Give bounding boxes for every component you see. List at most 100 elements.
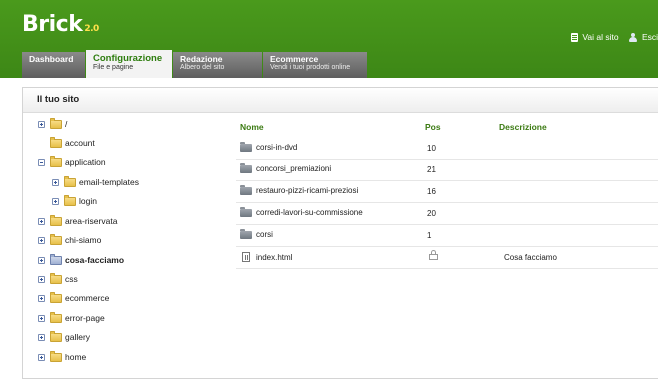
- expand-icon[interactable]: [38, 294, 45, 302]
- tree-item-css[interactable]: css: [38, 272, 78, 286]
- tree-item-account[interactable]: account: [50, 136, 95, 150]
- logout-label: Esci: [641, 32, 658, 42]
- row-pos: 1: [427, 231, 432, 240]
- expand-icon[interactable]: [38, 275, 45, 283]
- tree-item-cosa-facciamo[interactable]: cosa-facciamo: [38, 253, 124, 267]
- tab-title: Dashboard: [29, 54, 74, 64]
- page-folder-icon: [50, 253, 62, 265]
- tree-item-label: email-templates: [79, 177, 139, 187]
- expand-icon[interactable]: [38, 353, 45, 361]
- collapse-icon[interactable]: [38, 158, 45, 166]
- folder-icon: [50, 136, 62, 148]
- table-row[interactable]: concorsi_premiazioni 21: [236, 159, 658, 181]
- tree-item-chi-siamo[interactable]: chi-siamo: [38, 233, 101, 247]
- tree-item-error-page[interactable]: error-page: [38, 311, 105, 325]
- tab-title: Ecommerce: [270, 54, 319, 64]
- tree-item-area-riservata[interactable]: area-riservata: [38, 214, 117, 228]
- tab-subtitle: File e pagine: [93, 63, 134, 71]
- logo-version: 2.0: [84, 24, 99, 34]
- folder-icon: [50, 311, 62, 323]
- content-panel-header: [233, 88, 658, 113]
- table-row[interactable]: restauro-pizzi-ricami-preziosi 16: [236, 181, 658, 203]
- tab-dashboard[interactable]: Dashboard: [22, 52, 85, 78]
- folder-icon: [50, 214, 62, 226]
- logout-link[interactable]: Esci: [629, 32, 658, 42]
- column-header-pos[interactable]: Pos: [425, 122, 441, 132]
- brick-logo[interactable]: Brick 2.0: [22, 12, 99, 37]
- row-name[interactable]: restauro-pizzi-ricami-preziosi: [240, 184, 358, 195]
- table-row[interactable]: index.html Cosa facciamo: [236, 247, 658, 269]
- tree-item-application[interactable]: application: [38, 155, 106, 169]
- row-name[interactable]: corredi-lavori-su-commissione: [240, 206, 363, 217]
- expand-icon[interactable]: [38, 217, 45, 225]
- tree-item-label: chi-siamo: [65, 235, 102, 245]
- tree-item-label: account: [65, 138, 95, 148]
- folder-icon: [50, 233, 62, 245]
- tree-item-login[interactable]: login: [52, 194, 97, 208]
- tree-item-label: login: [79, 196, 97, 206]
- row-name[interactable]: index.html: [240, 252, 292, 262]
- tab-ecommerce[interactable]: Ecommerce Vendi i tuoi prodotti online: [263, 52, 367, 78]
- view-site-link[interactable]: Vai al sito: [571, 32, 619, 42]
- tree-item-label: cosa-facciamo: [65, 255, 125, 265]
- expand-icon[interactable]: [38, 120, 45, 128]
- logo-text: Brick: [22, 12, 83, 37]
- folder-icon: [240, 162, 252, 173]
- top-links: Vai al sito Esci: [563, 32, 658, 44]
- row-name[interactable]: corsi: [240, 228, 273, 239]
- expand-icon[interactable]: [38, 314, 45, 322]
- user-icon: [629, 32, 638, 42]
- folder-icon: [240, 141, 252, 152]
- table-row[interactable]: corsi-in-dvd 10: [236, 138, 658, 160]
- folder-icon: [240, 184, 252, 195]
- view-site-label: Vai al sito: [582, 32, 619, 42]
- row-name-text: index.html: [256, 252, 293, 262]
- column-header-name[interactable]: Nome: [240, 122, 264, 132]
- tree-item-ecommerce[interactable]: ecommerce: [38, 291, 109, 305]
- column-header-description[interactable]: Descrizione: [499, 122, 547, 132]
- tree-item-label: gallery: [65, 332, 91, 342]
- lock-icon: [429, 250, 438, 260]
- table-row[interactable]: corredi-lavori-su-commissione 20: [236, 203, 658, 225]
- tab-configurazione[interactable]: Configurazione File e pagine: [86, 50, 172, 78]
- tab-title: Configurazione: [93, 53, 163, 64]
- row-pos: 21: [427, 165, 436, 174]
- table-row[interactable]: corsi 1: [236, 225, 658, 247]
- folder-icon: [50, 117, 62, 129]
- row-pos: 16: [427, 187, 436, 196]
- row-name-text: corsi: [256, 230, 273, 239]
- folder-icon: [240, 206, 252, 217]
- tree-item-home[interactable]: home: [38, 350, 86, 364]
- tree-item-label: application: [65, 157, 106, 167]
- tree-item-label: home: [65, 352, 87, 362]
- row-name-text: corsi-in-dvd: [256, 143, 298, 152]
- tree-item-email-templates[interactable]: email-templates: [52, 175, 139, 189]
- row-description: Cosa facciamo: [504, 253, 557, 262]
- tree-item-root[interactable]: /: [38, 117, 67, 131]
- expand-icon[interactable]: [52, 178, 59, 186]
- tree-item-label: /: [65, 119, 68, 129]
- main-tabs: Dashboard Configurazione File e pagine R…: [22, 50, 368, 78]
- row-pos: 20: [427, 209, 436, 218]
- tab-redazione[interactable]: Redazione Albero del sito: [173, 52, 262, 78]
- tree-item-label: area-riservata: [65, 216, 118, 226]
- folder-icon: [50, 350, 62, 362]
- tree-item-label: css: [65, 274, 78, 284]
- folder-icon: [50, 291, 62, 303]
- tree-item-gallery[interactable]: gallery: [38, 330, 90, 344]
- expand-icon[interactable]: [38, 236, 45, 244]
- row-pos: 10: [427, 144, 436, 153]
- tab-subtitle: Vendi i tuoi prodotti online: [270, 63, 351, 71]
- folder-icon: [50, 272, 62, 284]
- folder-icon: [64, 194, 76, 206]
- expand-icon[interactable]: [38, 256, 45, 264]
- row-name[interactable]: concorsi_premiazioni: [240, 162, 331, 173]
- folder-icon: [240, 228, 252, 239]
- row-name-text: corredi-lavori-su-commissione: [256, 208, 363, 217]
- tab-title: Redazione: [180, 54, 223, 64]
- tree-item-label: ecommerce: [65, 293, 110, 303]
- expand-icon[interactable]: [52, 197, 59, 205]
- expand-icon[interactable]: [38, 333, 45, 341]
- tree-item-label: error-page: [65, 313, 105, 323]
- row-name[interactable]: corsi-in-dvd: [240, 141, 298, 152]
